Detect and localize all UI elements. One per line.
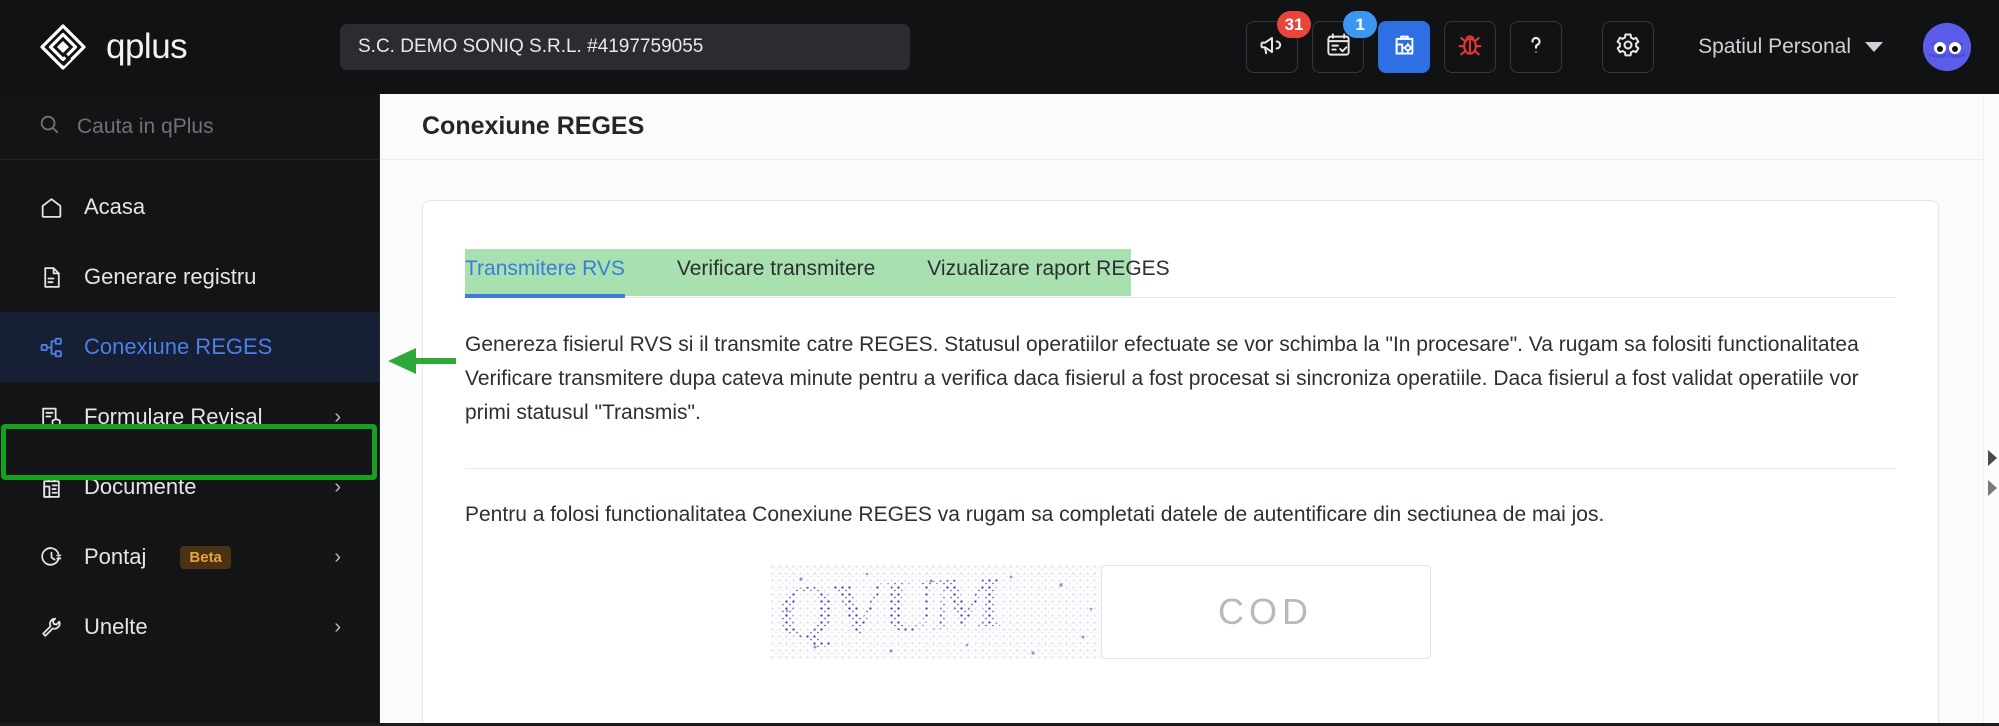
settings-icon-button[interactable] (1602, 21, 1655, 73)
captcha-code-placeholder: COD (1218, 591, 1313, 633)
company-selector[interactable]: S.C. DEMO SONIQ S.R.L. #4197759055 (340, 24, 910, 70)
app-window: qplus S.C. DEMO SONIQ S.R.L. #4197759055… (0, 0, 1999, 726)
workspace-selector[interactable]: Spatiul Personal (1698, 35, 1883, 59)
report-bug-icon-button[interactable] (1444, 21, 1497, 73)
company-selector-value: S.C. DEMO SONIQ S.R.L. #4197759055 (358, 36, 704, 57)
calendar-tasks-badge: 1 (1343, 11, 1378, 38)
dashboard-icon-button[interactable] (1378, 21, 1431, 73)
search-placeholder: Cauta in qPlus (77, 114, 214, 138)
brand-name: qplus (106, 27, 188, 66)
captcha-code-input[interactable]: COD (1100, 565, 1431, 660)
page-title: Conexiune REGES (422, 112, 645, 140)
search-input[interactable]: Cauta in qPlus (0, 94, 379, 160)
sidebar-item-generare-registru[interactable]: Generare registru (0, 242, 379, 312)
tabs-container: Transmitere RVS Verificare transmitere V… (423, 249, 1938, 298)
calendar-tasks-icon-button[interactable]: 1 (1312, 11, 1378, 73)
sidebar-item-formulare-revisal[interactable]: Formulare Revisal › (0, 382, 379, 452)
captcha-image: QVUM (770, 565, 1101, 660)
chevron-right-icon[interactable]: › (334, 547, 341, 567)
document-icon (38, 264, 64, 290)
sidebar-item-documente[interactable]: Documente › (0, 452, 379, 522)
captcha-row: QVUM (380, 527, 1938, 660)
question-mark-icon (1522, 31, 1550, 64)
tab-label: Vizualizare raport REGES (927, 257, 1170, 280)
brand[interactable]: qplus (0, 22, 380, 72)
sidebar-item-label: Conexiune REGES (84, 334, 273, 359)
page-header: Conexiune REGES (380, 94, 1999, 160)
wrench-icon (38, 614, 64, 640)
announcements-badge: 31 (1277, 11, 1312, 38)
help-icon-button[interactable] (1510, 21, 1563, 73)
clock-icon (38, 544, 64, 570)
scroll-caret-icon[interactable] (1988, 450, 1997, 466)
tab-verificare-transmitere[interactable]: Verificare transmitere (677, 249, 875, 297)
tab-transmitere-rvs[interactable]: Transmitere RVS (465, 249, 625, 298)
beta-badge: Beta (180, 545, 231, 569)
annotation-arrow-icon (384, 344, 456, 383)
main-content: Conexiune REGES Transmitere RVS Verifica… (380, 94, 1999, 726)
form-shield-icon (38, 404, 64, 430)
sidebar-item-label: Pontaj (84, 544, 147, 569)
search-icon (38, 113, 60, 141)
body: Cauta in qPlus Acasa Generare registru C… (0, 94, 1999, 726)
top-bar: qplus S.C. DEMO SONIQ S.R.L. #4197759055… (0, 0, 1999, 94)
description-text: Genereza fisierul RVS si il transmite ca… (465, 333, 1859, 425)
vertical-scrollbar[interactable] (1983, 94, 1999, 726)
sidebar-nav: Acasa Generare registru Conexiune REGES … (0, 160, 379, 662)
tab-bar: Transmitere RVS Verificare transmitere V… (465, 249, 1896, 298)
tab-vizualizare-raport-reges[interactable]: Vizualizare raport REGES (927, 249, 1169, 297)
sidebar-item-unelte[interactable]: Unelte › (0, 592, 379, 662)
chevron-down-icon (1865, 42, 1883, 52)
auth-note-text: Pentru a folosi functionalitatea Conexiu… (465, 503, 1605, 527)
sidebar-item-label: Documente (84, 474, 197, 499)
calendar-check-icon (1325, 31, 1352, 63)
sidebar-item-conexiune-reges[interactable]: Conexiune REGES (0, 312, 379, 382)
chevron-right-icon[interactable]: › (334, 617, 341, 637)
bug-icon (1456, 31, 1484, 64)
network-nodes-icon (38, 334, 64, 360)
header-icon-group: 31 1 (1246, 11, 1655, 73)
tab-label: Verificare transmitere (676, 257, 876, 280)
diamond-spiral-logo-icon (38, 22, 88, 72)
chevron-right-icon[interactable]: › (334, 477, 341, 497)
sidebar-item-label: Unelte (84, 614, 148, 639)
tab-label: Transmitere RVS (465, 257, 625, 280)
sidebar-item-pontaj[interactable]: Pontaj Beta › (0, 522, 379, 592)
content-card: Transmitere RVS Verificare transmitere V… (422, 200, 1939, 726)
clipboard-icon (38, 474, 64, 500)
clipboard-gear-icon (1391, 31, 1418, 63)
sidebar-item-label: Formulare Revisal (84, 404, 263, 429)
avatar[interactable] (1923, 23, 1971, 71)
home-icon (38, 194, 64, 220)
scroll-caret-secondary-icon[interactable] (1988, 480, 1997, 496)
announcements-icon-button[interactable]: 31 (1246, 11, 1312, 73)
chevron-right-icon[interactable]: › (334, 407, 341, 427)
sidebar-item-acasa[interactable]: Acasa (0, 172, 379, 242)
sidebar-item-label: Generare registru (84, 264, 257, 289)
sidebar: Cauta in qPlus Acasa Generare registru C… (0, 94, 380, 726)
workspace-label: Spatiul Personal (1698, 35, 1851, 58)
gear-icon (1614, 31, 1642, 64)
sidebar-item-label: Acasa (84, 194, 146, 219)
content-scroll-area: Transmitere RVS Verificare transmitere V… (380, 160, 1999, 726)
